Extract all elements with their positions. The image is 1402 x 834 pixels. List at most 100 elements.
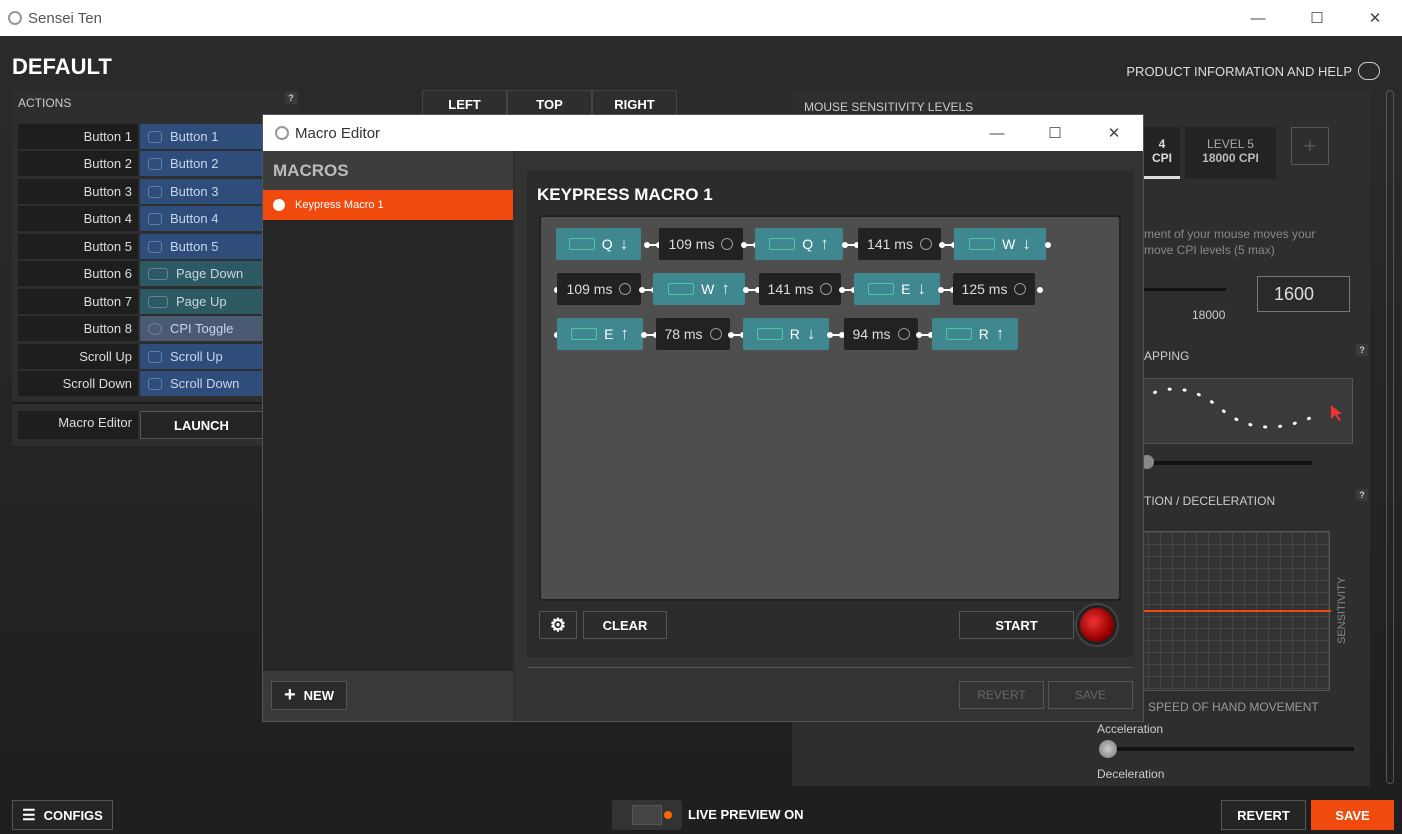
key-step[interactable]: R ↑ [932, 318, 1018, 350]
keyboard-icon [756, 328, 783, 340]
minimize-icon[interactable]: — [1229, 0, 1287, 36]
key-step[interactable]: R ↓ [743, 318, 829, 350]
help-link-label: PRODUCT INFORMATION AND HELP [1126, 63, 1352, 79]
action-value-label: Button 1 [170, 129, 219, 144]
action-row[interactable]: Button 2 Button 2 [18, 151, 263, 176]
start-button[interactable]: START [959, 611, 1074, 639]
action-row[interactable]: Button 1 Button 1 [18, 124, 263, 149]
cpi-input[interactable]: 1600 [1257, 276, 1350, 312]
connector [743, 287, 761, 293]
mouse-icon [148, 240, 162, 253]
key-step[interactable]: E ↓ [854, 273, 940, 305]
action-row[interactable]: Button 8 CPI Toggle [18, 316, 263, 341]
delay-label: 109 ms [668, 236, 715, 252]
new-macro-button[interactable]: + NEW [271, 681, 347, 710]
macro-sidebar-footer: + NEW [263, 671, 513, 721]
desc-line-1: ment of your mouse moves your [1144, 227, 1316, 241]
delay-step[interactable]: 109 ms [557, 273, 641, 305]
key-step[interactable]: W ↑ [653, 273, 745, 305]
key-step[interactable]: E ↑ [557, 318, 643, 350]
macro-sequence-canvas[interactable]: Q ↓ 109 ms Q ↑ 141 ms W ↓ 109 ms W ↑ 141 ms … [539, 215, 1121, 601]
macro-settings-button[interactable]: ⚙ [539, 611, 577, 639]
record-icon[interactable] [1077, 605, 1117, 645]
action-value[interactable]: Button 5 [140, 234, 263, 259]
macro-maximize-icon[interactable]: ☐ [1026, 115, 1084, 151]
level-4-tab[interactable]: 4 CPI [1144, 127, 1180, 179]
gauge-icon [148, 322, 162, 335]
delay-step[interactable]: 141 ms [858, 228, 941, 260]
save-button[interactable]: SAVE [1311, 800, 1394, 830]
key-step[interactable]: Q ↑ [755, 228, 843, 260]
app-title: Sensei Ten [28, 9, 102, 27]
clear-button[interactable]: CLEAR [583, 611, 667, 639]
keyboard-icon [668, 283, 695, 295]
live-preview-toggle[interactable] [612, 800, 682, 830]
mouse-icon [148, 185, 162, 198]
launch-button[interactable]: LAUNCH [140, 411, 263, 439]
action-value[interactable]: Page Up [140, 289, 263, 314]
acceleration-graph[interactable] [1135, 531, 1331, 691]
macro-save-button[interactable]: SAVE [1048, 681, 1133, 709]
action-value[interactable]: Button 1 [140, 124, 263, 149]
action-value[interactable]: Button 3 [140, 179, 263, 204]
action-label: Button 1 [18, 124, 138, 149]
configs-button[interactable]: ☰ CONFIGS [12, 800, 113, 830]
action-row[interactable]: Button 4 Button 4 [18, 206, 263, 231]
action-value-label: Button 2 [170, 156, 219, 171]
delay-step[interactable]: 125 ms [953, 273, 1035, 305]
macro-minimize-icon[interactable]: — [968, 115, 1026, 151]
action-row[interactable]: Scroll Up Scroll Up [18, 344, 263, 369]
help-link[interactable]: PRODUCT INFORMATION AND HELP [1126, 62, 1380, 80]
snapping-slider[interactable] [1144, 461, 1312, 465]
level-5-tab[interactable]: LEVEL 5 18000 CPI [1185, 127, 1276, 179]
macro-sidebar: MACROS Keypress Macro 1 + NEW [263, 151, 513, 721]
cpi-slider[interactable] [1144, 288, 1226, 291]
sensitivity-title: MOUSE SENSITIVITY LEVELS [804, 100, 974, 114]
delay-label: 141 ms [867, 236, 913, 252]
accel-help-icon[interactable]: ? [1356, 489, 1368, 501]
angle-snapping-graph[interactable] [1120, 378, 1353, 444]
action-value[interactable]: Scroll Down [140, 371, 263, 396]
keyboard-icon [769, 238, 796, 250]
sensitivity-description: ment of your mouse moves your move CPI l… [1144, 226, 1315, 258]
action-row[interactable]: Scroll Down Scroll Down [18, 371, 263, 396]
maximize-icon[interactable]: ☐ [1288, 0, 1346, 36]
actions-help-icon[interactable]: ? [285, 92, 297, 104]
delay-step[interactable]: 78 ms [656, 318, 730, 350]
action-value[interactable]: Page Down [140, 261, 263, 286]
scrollbar[interactable] [1386, 90, 1394, 784]
action-row[interactable]: Button 7 Page Up [18, 289, 263, 314]
mapping-help-icon[interactable]: ? [1356, 344, 1368, 356]
key-step[interactable]: W ↓ [954, 228, 1046, 260]
action-label: Button 7 [18, 289, 138, 314]
delay-step[interactable]: 94 ms [844, 318, 918, 350]
macro-revert-button[interactable]: REVERT [959, 681, 1044, 709]
acceleration-slider[interactable] [1104, 747, 1354, 751]
macro-close-icon[interactable]: ✕ [1085, 115, 1143, 151]
action-row[interactable]: Button 3 Button 3 [18, 179, 263, 204]
action-row[interactable]: Button 6 Page Down [18, 261, 263, 286]
revert-button[interactable]: REVERT [1221, 800, 1306, 830]
action-value[interactable]: Button 2 [140, 151, 263, 176]
action-value[interactable]: Scroll Up [140, 344, 263, 369]
action-value[interactable]: CPI Toggle [140, 316, 263, 341]
arrow-down-icon: ↓ [917, 279, 926, 298]
delay-step[interactable]: 109 ms [659, 228, 743, 260]
action-row[interactable]: Button 5 Button 5 [18, 234, 263, 259]
action-label: Button 5 [18, 234, 138, 259]
close-icon[interactable]: ✕ [1346, 0, 1402, 36]
macro-list-item[interactable]: Keypress Macro 1 [263, 190, 513, 220]
action-value[interactable]: Button 4 [140, 206, 263, 231]
arrow-up-icon: ↑ [620, 324, 629, 343]
gear-icon: ⚙ [549, 614, 567, 635]
action-value-label: Page Up [176, 294, 227, 309]
macro-editor-title: Macro Editor [295, 124, 381, 142]
action-label: Scroll Up [18, 344, 138, 369]
delay-step[interactable]: 141 ms [759, 273, 841, 305]
acceleration-slider-handle[interactable] [1099, 740, 1117, 758]
key-step[interactable]: Q ↓ [556, 228, 641, 260]
key-label: R [789, 326, 800, 342]
action-label: Button 6 [18, 261, 138, 286]
add-level-button[interactable]: + [1291, 127, 1329, 165]
macro-editor-window: Macro Editor — ☐ ✕ MACROS Keypress Macro… [262, 114, 1144, 722]
